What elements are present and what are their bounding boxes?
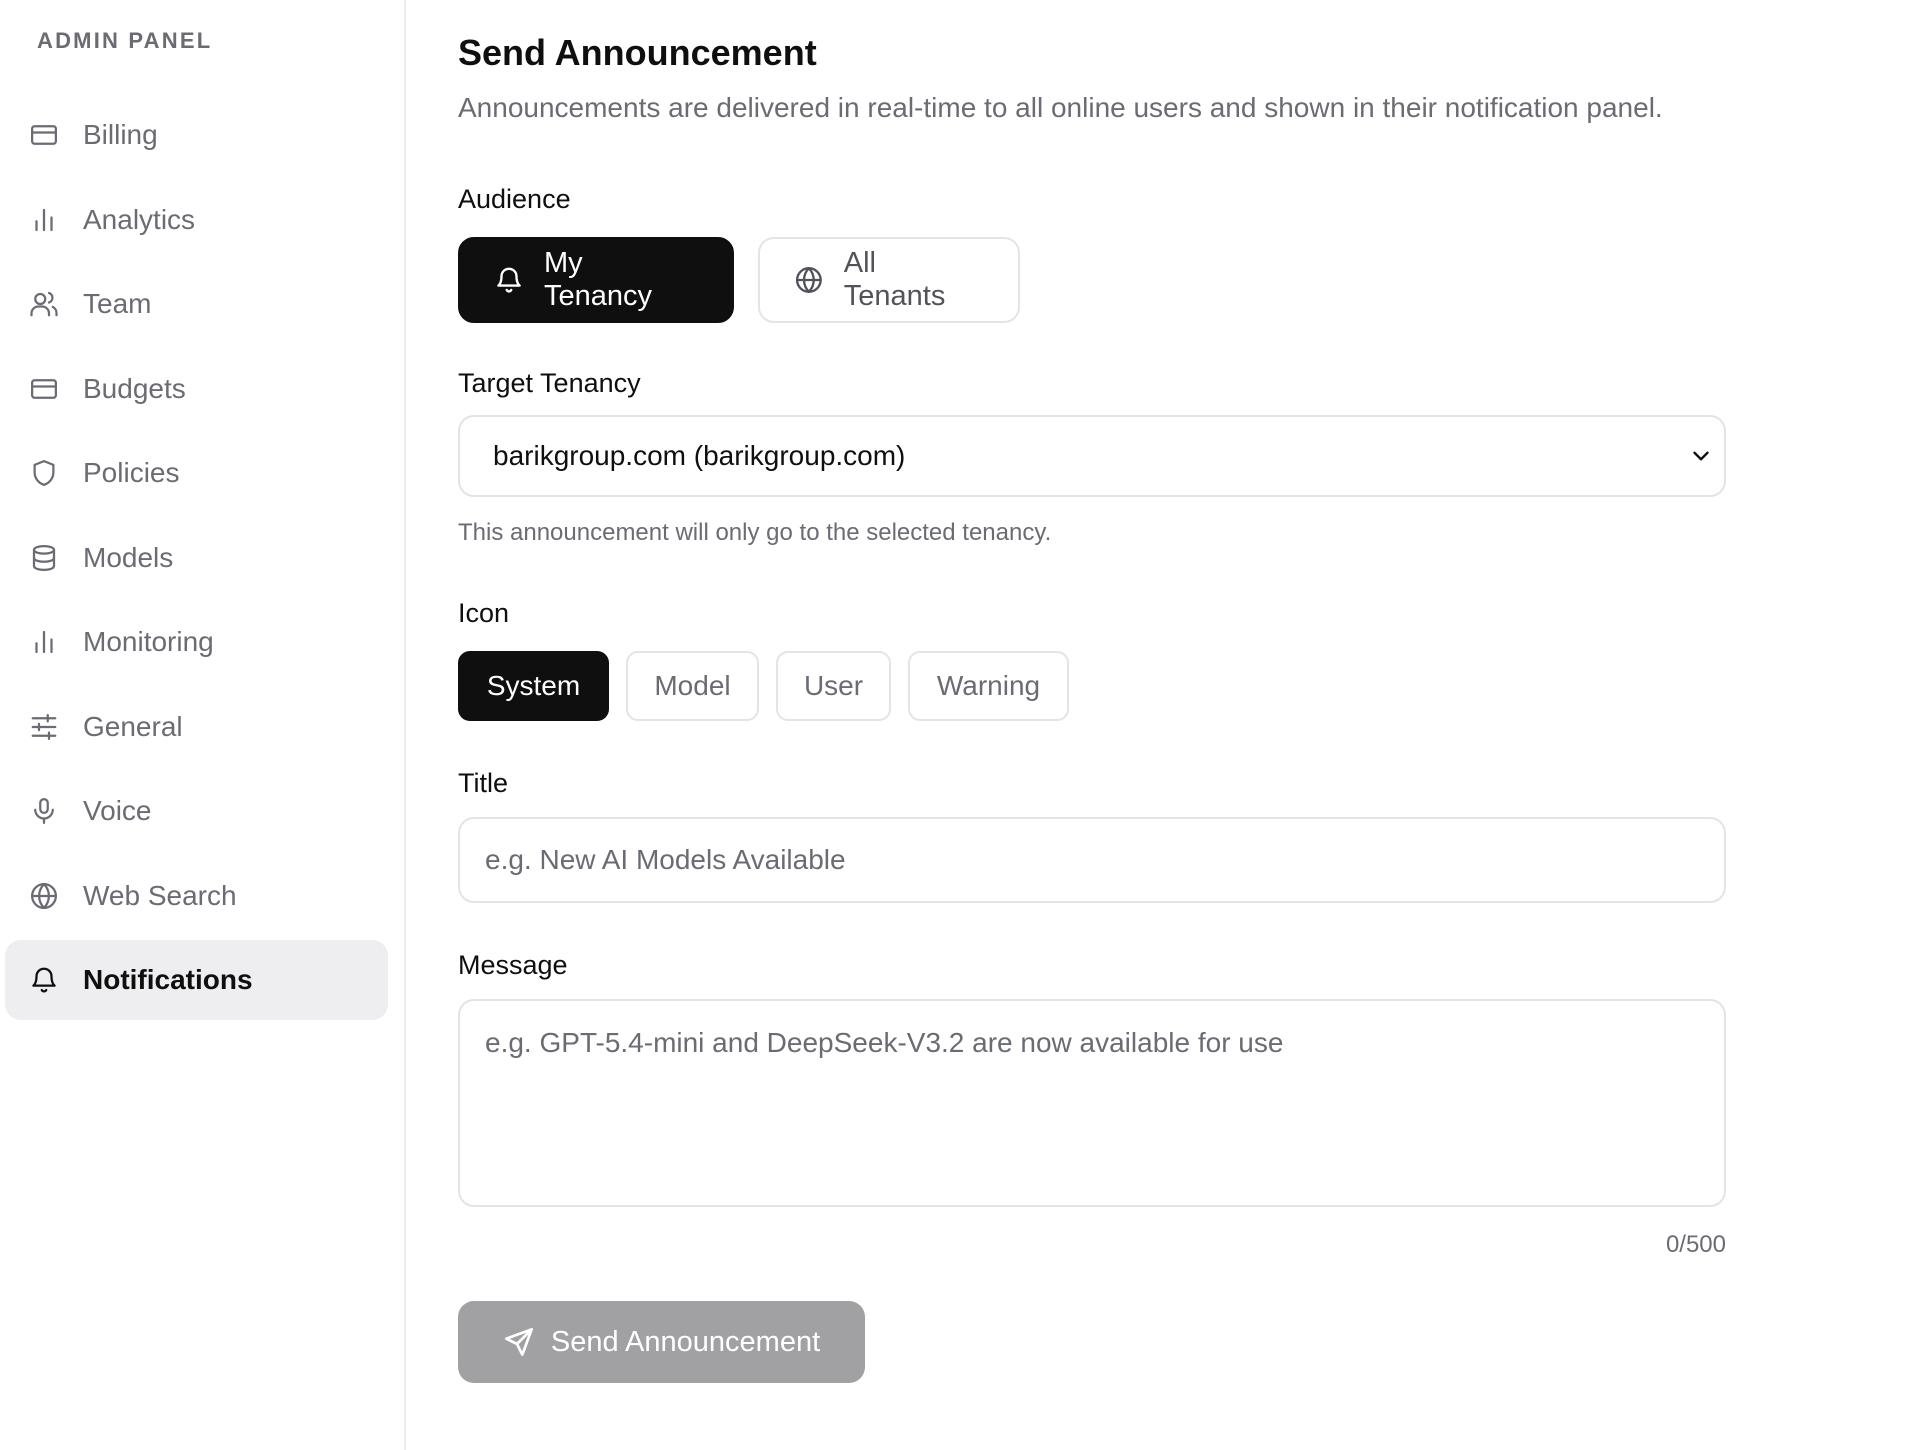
sidebar-nav: Billing Analytics Team Budgets Policies … <box>0 95 404 1020</box>
icon-option-model[interactable]: Model <box>626 651 759 721</box>
target-tenancy-label: Target Tenancy <box>458 368 641 398</box>
sidebar-heading: ADMIN PANEL <box>37 28 213 53</box>
globe-icon <box>795 267 822 293</box>
icon-picker: System Model User Warning <box>458 651 1930 721</box>
sidebar-item-voice[interactable]: Voice <box>5 771 388 851</box>
database-icon <box>29 543 59 573</box>
credit-card-icon <box>29 374 59 404</box>
sidebar-item-web-search[interactable]: Web Search <box>5 856 388 936</box>
page-description: Announcements are delivered in real-time… <box>458 92 1663 123</box>
sidebar-item-label: Policies <box>83 457 180 488</box>
main-content: Send Announcement Announcements are deli… <box>406 0 1930 1450</box>
users-icon <box>29 289 59 319</box>
microphone-icon <box>29 796 59 826</box>
sidebar-item-label: Voice <box>83 795 152 826</box>
icon-option-warning[interactable]: Warning <box>908 651 1069 721</box>
sidebar-item-label: Web Search <box>83 879 237 911</box>
sidebar-item-notifications[interactable]: Notifications <box>5 940 388 1020</box>
sidebar-item-monitoring[interactable]: Monitoring <box>5 602 388 682</box>
send-announcement-label: Send Announcement <box>550 1325 821 1358</box>
sidebar: ADMIN PANEL Billing Analytics Team Budge… <box>0 0 406 1450</box>
title-label: Title <box>458 768 509 798</box>
audience-label: Audience <box>458 184 571 214</box>
target-tenancy-value: barikgroup.com (barikgroup.com) <box>493 440 906 471</box>
sidebar-item-label: Notifications <box>83 964 253 995</box>
all-tenants-label: All Tenants <box>843 247 946 312</box>
title-input[interactable] <box>458 817 1726 903</box>
icon-option-user[interactable]: User <box>776 651 891 721</box>
message-label: Message <box>458 950 568 980</box>
sidebar-item-general[interactable]: General <box>5 687 388 767</box>
icon-option-system[interactable]: System <box>458 651 609 721</box>
message-textarea[interactable] <box>458 999 1726 1207</box>
my-tenancy-button[interactable]: My Tenancy <box>458 237 734 323</box>
send-icon <box>504 1328 533 1356</box>
sidebar-item-models[interactable]: Models <box>5 518 388 598</box>
target-tenancy-select[interactable]: barikgroup.com (barikgroup.com) <box>458 415 1726 497</box>
sidebar-item-label: Models <box>83 541 174 573</box>
send-announcement-button[interactable]: Send Announcement <box>458 1301 865 1383</box>
sidebar-item-label: Analytics <box>83 203 196 235</box>
sliders-icon <box>29 712 59 742</box>
my-tenancy-label: My Tenancy <box>543 247 652 312</box>
bell-icon <box>497 267 521 293</box>
target-tenancy-helper: This announcement will only go to the se… <box>458 519 1052 546</box>
sidebar-item-budgets[interactable]: Budgets <box>5 349 388 429</box>
all-tenants-button[interactable]: All Tenants <box>758 237 1020 323</box>
sidebar-item-label: Budgets <box>83 372 186 404</box>
bell-icon <box>29 965 59 995</box>
sidebar-item-team[interactable]: Team <box>5 264 388 344</box>
chevron-down-icon <box>1693 451 1709 461</box>
sidebar-item-policies[interactable]: Policies <box>5 433 388 513</box>
page-title: Send Announcement <box>458 32 817 73</box>
credit-card-icon <box>29 120 59 150</box>
sidebar-item-label: Monitoring <box>83 626 214 657</box>
sidebar-item-label: General <box>83 710 183 742</box>
icon-label: Icon <box>458 598 510 628</box>
sidebar-item-label: Billing <box>83 119 158 150</box>
audience-selector: My Tenancy All Tenants <box>458 237 1930 323</box>
globe-icon <box>29 881 59 911</box>
sidebar-item-billing[interactable]: Billing <box>5 95 388 175</box>
message-character-counter: 0/500 <box>1665 1231 1726 1258</box>
sidebar-item-label: Team <box>83 288 152 319</box>
bar-chart-icon <box>29 205 59 235</box>
shield-icon <box>29 458 59 488</box>
bar-chart-icon <box>29 627 59 657</box>
sidebar-item-analytics[interactable]: Analytics <box>5 180 388 260</box>
